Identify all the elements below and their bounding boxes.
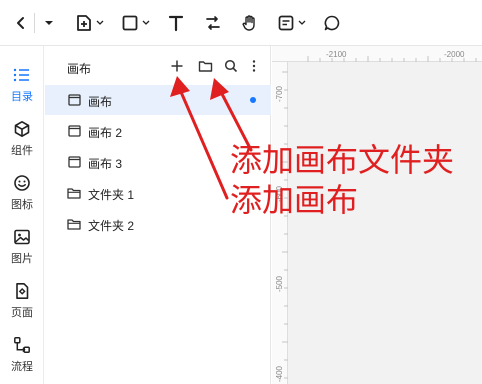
annotation-add-canvas: 添加画布 <box>230 181 359 219</box>
component-icon <box>14 121 30 137</box>
text-tool-button[interactable] <box>164 8 188 38</box>
row-label: 文件夹 2 <box>88 219 135 233</box>
list-icon <box>13 68 29 82</box>
connector-tool-button[interactable] <box>201 8 225 38</box>
comment-icon <box>324 15 340 31</box>
search-button[interactable] <box>221 56 241 76</box>
add-folder-button[interactable] <box>195 56 215 76</box>
rectangle-icon <box>122 15 137 31</box>
add-canvas-button[interactable] <box>167 56 187 76</box>
hand-tool-button[interactable] <box>238 8 262 38</box>
plus-icon <box>171 60 183 72</box>
toolbar-divider <box>34 13 35 33</box>
rail-item-label: 页面 <box>11 307 33 319</box>
note-icon <box>278 15 293 31</box>
comment-tool-button[interactable] <box>320 8 344 38</box>
rail-item-pages[interactable]: 页面 <box>0 274 44 324</box>
current-indicator-dot <box>250 97 256 103</box>
smiley-icon <box>14 175 30 191</box>
chevron-down-icon <box>142 20 149 25</box>
canvas-icon <box>67 93 81 107</box>
search-icon <box>224 59 238 73</box>
canvas-icon <box>67 155 81 169</box>
row-label: 画布 3 <box>88 157 123 171</box>
ruler-vertical: -700 -600 -500 -400 <box>272 62 288 384</box>
folder-icon <box>67 186 81 200</box>
rail-item-icons[interactable]: 图标 <box>0 166 44 216</box>
more-vertical-icon <box>252 60 256 72</box>
ruler-horizontal: -2100 -2000 <box>272 46 482 62</box>
canvas-icon <box>67 124 81 138</box>
left-rail: 目录 组件 图标 图片 页面 流程 <box>0 46 44 384</box>
folder-icon <box>198 61 212 72</box>
history-dropdown-button[interactable] <box>38 8 60 38</box>
chevron-down-icon <box>298 20 305 25</box>
rail-item-label: 目录 <box>11 91 33 103</box>
back-icon <box>17 17 24 29</box>
row-label: 文件夹 1 <box>88 188 135 202</box>
more-options-button[interactable] <box>244 56 264 76</box>
canvas-row[interactable]: 画布 <box>45 85 271 115</box>
page-icon <box>16 283 29 299</box>
rail-item-label: 图标 <box>11 199 33 211</box>
rail-item-label: 组件 <box>11 145 33 157</box>
dropdown-caret-icon <box>45 21 53 25</box>
rail-item-images[interactable]: 图片 <box>0 220 44 270</box>
back-button[interactable] <box>10 8 32 38</box>
ruler-ticks <box>282 71 288 379</box>
row-label: 画布 <box>88 95 113 109</box>
ruler-ticks <box>307 56 477 62</box>
row-label: 画布 2 <box>88 126 123 140</box>
chevron-down-icon <box>96 20 103 25</box>
rail-item-catalog[interactable]: 目录 <box>0 58 44 108</box>
connector-icon <box>206 16 220 30</box>
add-frame-icon <box>76 15 91 31</box>
shape-tool-button[interactable] <box>116 8 154 38</box>
top-toolbar <box>0 0 482 46</box>
image-icon <box>14 229 30 245</box>
rail-item-label: 图片 <box>11 253 33 265</box>
add-frame-button[interactable] <box>70 8 108 38</box>
panel-title: 画布 <box>67 62 92 76</box>
folder-icon <box>67 217 81 231</box>
annotation-add-folder: 添加画布文件夹 <box>230 141 455 179</box>
flow-icon <box>14 337 30 353</box>
rail-item-label: 流程 <box>11 361 33 373</box>
hand-icon <box>242 15 255 31</box>
text-icon <box>168 15 184 32</box>
rail-item-components[interactable]: 组件 <box>0 112 44 162</box>
rail-item-flow[interactable]: 流程 <box>0 328 44 378</box>
note-tool-button[interactable] <box>273 8 309 38</box>
